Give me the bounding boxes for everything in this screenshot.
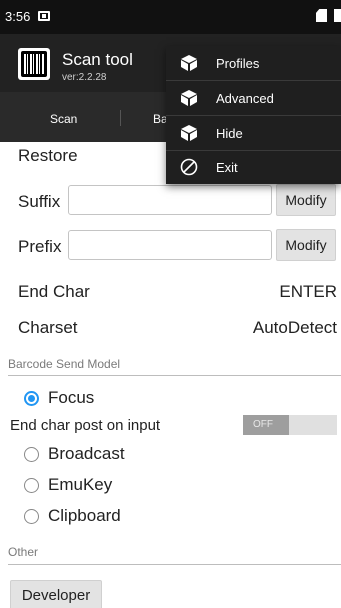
charset-label: Charset: [18, 318, 78, 337]
radio-focus[interactable]: Focus: [0, 388, 341, 412]
cube-icon: [181, 125, 197, 141]
radio-focus-label: Focus: [48, 388, 95, 407]
cube-icon: [181, 55, 197, 71]
charset-row[interactable]: Charset AutoDetect: [0, 318, 341, 342]
end-char-post-row: End char post on input OFF: [0, 415, 341, 437]
radio-emukey[interactable]: EmuKey: [0, 475, 341, 499]
restore-label[interactable]: Restore: [18, 146, 78, 166]
menu-item-advanced[interactable]: Advanced: [166, 81, 341, 115]
radio-clipboard-label: Clipboard: [48, 506, 121, 525]
section-divider: [8, 375, 341, 376]
suffix-label: Suffix: [18, 192, 61, 211]
menu-item-exit[interactable]: Exit: [166, 150, 341, 184]
radio-unchecked-icon[interactable]: [24, 509, 39, 524]
end-char-row[interactable]: End Char ENTER: [0, 282, 341, 306]
toggle-thumb: OFF: [243, 415, 289, 435]
tab-divider: [120, 110, 121, 126]
status-time: 3:56: [5, 9, 31, 24]
menu-item-profiles[interactable]: Profiles: [166, 46, 341, 80]
radio-unchecked-icon[interactable]: [24, 478, 39, 493]
radio-emukey-label: EmuKey: [48, 475, 113, 494]
no-sim-icon: [316, 9, 327, 22]
menu-item-hide[interactable]: Hide: [166, 116, 341, 150]
tab-scan[interactable]: Scan: [50, 112, 77, 126]
charset-value: AutoDetect: [252, 318, 337, 337]
radio-checked-icon[interactable]: [24, 391, 39, 406]
cube-icon: [181, 90, 197, 106]
suffix-input[interactable]: [68, 185, 272, 215]
menu-label-advanced: Advanced: [216, 91, 274, 106]
battery-icon: [334, 9, 341, 22]
prefix-label: Prefix: [18, 237, 62, 256]
end-char-post-toggle[interactable]: OFF: [243, 415, 337, 435]
prefix-input[interactable]: [68, 230, 272, 260]
suffix-modify-button[interactable]: Modify: [276, 184, 336, 216]
radio-clipboard[interactable]: Clipboard: [0, 506, 341, 530]
radio-broadcast-label: Broadcast: [48, 444, 125, 463]
barcode-send-header: Barcode Send Model: [8, 357, 121, 371]
menu-label-hide: Hide: [216, 126, 243, 141]
barcode-logo-icon: [18, 48, 50, 80]
end-char-post-label: End char post on input: [10, 417, 161, 434]
menu-label-exit: Exit: [216, 160, 238, 175]
block-icon: [180, 158, 198, 176]
menu-label-profiles: Profiles: [216, 56, 260, 71]
sd-card-icon: [38, 11, 50, 21]
status-bar: 3:56: [0, 0, 341, 34]
prefix-modify-button[interactable]: Modify: [276, 229, 336, 261]
end-char-label: End Char: [18, 282, 90, 301]
section-divider: [8, 564, 341, 565]
developer-button[interactable]: Developer: [10, 580, 102, 608]
radio-broadcast[interactable]: Broadcast: [0, 444, 341, 468]
end-char-value: ENTER: [279, 282, 337, 301]
overflow-menu: Profiles Advanced Hide Exit: [166, 46, 341, 184]
other-header: Other: [8, 545, 39, 559]
app-title: Scan tool: [62, 50, 133, 69]
app-version: ver:2.2.28: [62, 72, 107, 83]
radio-unchecked-icon[interactable]: [24, 447, 39, 462]
